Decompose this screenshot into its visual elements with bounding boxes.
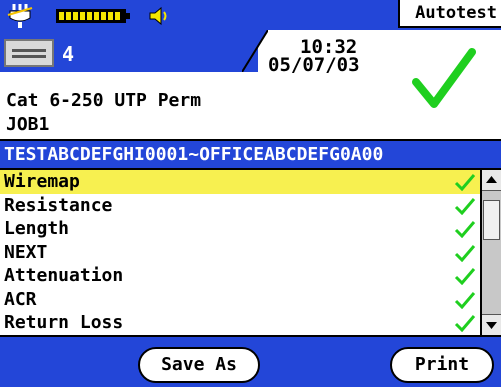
chevron-up-icon bbox=[486, 176, 497, 183]
pass-check-icon bbox=[454, 315, 476, 332]
print-button[interactable]: Print bbox=[390, 347, 494, 383]
result-row-length[interactable]: Length bbox=[0, 217, 480, 241]
softkey-bar: Save As Print bbox=[0, 335, 501, 387]
scroll-down-button[interactable] bbox=[482, 314, 501, 335]
result-row-acr[interactable]: ACR bbox=[0, 288, 480, 312]
pass-check-icon bbox=[454, 197, 476, 215]
test-id-bar: TESTABCDEFGHI0001~OFFICEABCDEFG0A00 bbox=[0, 139, 501, 170]
cable-type: Cat 6-250 UTP Perm bbox=[6, 90, 202, 111]
pass-check-icon bbox=[412, 48, 476, 108]
result-row-wiremap[interactable]: Wiremap bbox=[0, 170, 480, 194]
port-number: 4 bbox=[62, 42, 75, 66]
scroll-up-button[interactable] bbox=[482, 170, 501, 191]
result-label: Resistance bbox=[4, 194, 113, 216]
chevron-down-icon bbox=[486, 322, 497, 329]
port-icon bbox=[4, 39, 54, 67]
results-scrollbar[interactable] bbox=[480, 170, 501, 335]
pass-check-icon bbox=[454, 174, 476, 191]
pass-check-icon bbox=[454, 244, 476, 262]
result-label: Return Loss bbox=[4, 312, 124, 333]
result-label: Wiremap bbox=[4, 171, 80, 192]
speaker-icon[interactable] bbox=[148, 6, 172, 26]
result-label: Attenuation bbox=[4, 265, 124, 286]
battery-icon bbox=[56, 9, 130, 23]
panel-divider bbox=[242, 30, 268, 72]
result-row-resistance[interactable]: Resistance bbox=[0, 194, 480, 218]
test-id: TESTABCDEFGHI0001~OFFICEABCDEFG0A00 bbox=[4, 144, 384, 165]
result-row-attenuation[interactable]: Attenuation bbox=[0, 264, 480, 288]
pass-check-icon bbox=[454, 291, 476, 309]
plug-icon bbox=[7, 4, 33, 28]
tester-screen: Autotest 4 10:32 05/07/03 Cat 6-250 UTP … bbox=[0, 0, 501, 387]
clock-date: 05/07/03 bbox=[268, 54, 360, 76]
result-label: Length bbox=[4, 218, 70, 239]
results-list: Wiremap Resistance Length NEXT Attenuati… bbox=[0, 170, 480, 335]
save-as-button[interactable]: Save As bbox=[138, 347, 260, 383]
job-name: JOB1 bbox=[6, 114, 50, 135]
scrollbar-thumb[interactable] bbox=[483, 200, 500, 240]
result-label: ACR bbox=[4, 288, 37, 310]
pass-check-icon bbox=[454, 268, 476, 285]
pass-check-icon bbox=[454, 221, 476, 238]
mode-label: Autotest bbox=[398, 0, 501, 28]
status-bar: Autotest bbox=[0, 0, 501, 30]
result-label: NEXT bbox=[4, 241, 48, 263]
result-row-return-loss[interactable]: Return Loss bbox=[0, 311, 480, 335]
result-row-next[interactable]: NEXT bbox=[0, 241, 480, 265]
